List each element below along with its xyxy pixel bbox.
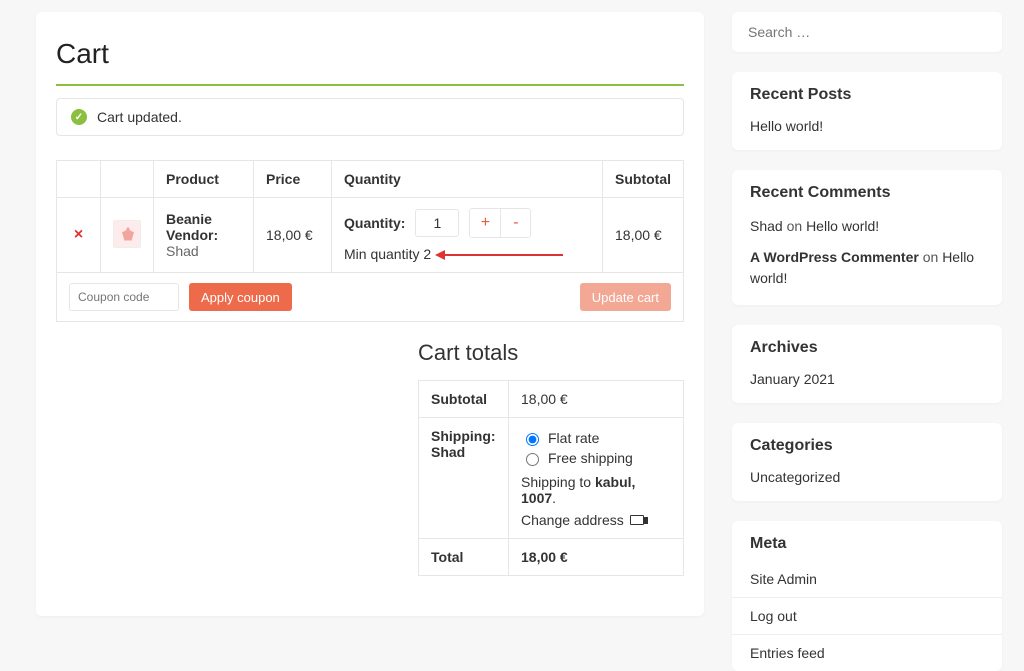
change-address-link[interactable]: Change address: [521, 512, 671, 528]
comment-author-link[interactable]: A WordPress Commenter: [750, 249, 919, 265]
item-price: 18,00 €: [254, 198, 332, 273]
search-widget: [732, 12, 1002, 52]
cart-table: Product Price Quantity Subtotal × Beanie: [56, 160, 684, 322]
meta-link-log-out[interactable]: Log out: [750, 608, 797, 624]
meta-link-entries-feed[interactable]: Entries feed: [750, 645, 825, 661]
archive-link[interactable]: January 2021: [750, 371, 835, 387]
qty-increase-button[interactable]: +: [470, 209, 500, 237]
col-qty-header: Quantity: [332, 161, 603, 198]
recent-comments-widget: Recent Comments Shad on Hello world! A W…: [732, 170, 1002, 305]
shipping-option-flat-rate[interactable]: Flat rate: [521, 428, 671, 448]
min-quantity-msg: Min quantity 2: [344, 246, 431, 262]
product-name[interactable]: Beanie: [166, 211, 241, 227]
annotation-arrow-icon: [443, 254, 563, 256]
comment-post-link[interactable]: Hello world!: [806, 218, 879, 234]
col-remove-header: [57, 161, 101, 198]
update-cart-button[interactable]: Update cart: [580, 283, 671, 311]
item-subtotal: 18,00 €: [603, 198, 684, 273]
cart-totals-section: Cart totals Subtotal 18,00 € Shipping: S…: [418, 340, 684, 576]
categories-widget: Categories Uncategorized: [732, 423, 1002, 501]
comment-author-link[interactable]: Shad: [750, 218, 783, 234]
cart-main: Cart ✓ Cart updated. Product Price Quant…: [36, 12, 704, 616]
alert-text: Cart updated.: [97, 109, 182, 125]
widget-title: Recent Comments: [750, 184, 984, 202]
col-subtotal-header: Subtotal: [603, 161, 684, 198]
widget-title: Categories: [750, 437, 984, 455]
recent-posts-widget: Recent Posts Hello world!: [732, 72, 1002, 150]
col-thumb-header: [101, 161, 154, 198]
product-thumbnail[interactable]: [113, 220, 141, 248]
qty-decrease-button[interactable]: -: [500, 209, 530, 237]
apply-coupon-button[interactable]: Apply coupon: [189, 283, 292, 311]
archives-widget: Archives January 2021: [732, 325, 1002, 403]
total-label: Total: [419, 539, 509, 576]
shipping-destination: Shipping to kabul, 1007.: [521, 474, 671, 506]
meta-link-site-admin[interactable]: Site Admin: [750, 571, 817, 587]
subtotal-label: Subtotal: [419, 381, 509, 418]
flat-rate-radio[interactable]: [526, 433, 539, 446]
total-value: 18,00 €: [521, 549, 568, 565]
title-underline: [56, 84, 684, 86]
widget-title: Meta: [732, 521, 1002, 557]
check-icon: ✓: [71, 109, 87, 125]
category-link[interactable]: Uncategorized: [750, 469, 840, 485]
vendor-label: Vendor:: [166, 227, 218, 243]
meta-widget: Meta Site Admin Log out Entries feed: [732, 521, 1002, 671]
quantity-input[interactable]: [415, 209, 459, 237]
page-title: Cart: [56, 38, 684, 70]
qty-label: Quantity:: [344, 215, 405, 231]
shipping-option-free-shipping[interactable]: Free shipping: [521, 448, 671, 468]
table-row: × Beanie Vendor: Shad 18,00 €: [57, 198, 684, 273]
coupon-input[interactable]: [69, 283, 179, 311]
cart-totals-title: Cart totals: [418, 340, 684, 366]
col-price-header: Price: [254, 161, 332, 198]
recent-post-link[interactable]: Hello world!: [750, 118, 823, 134]
list-item: A WordPress Commenter on Hello world!: [750, 247, 984, 289]
sidebar: Recent Posts Hello world! Recent Comment…: [732, 12, 1002, 671]
list-item: Shad on Hello world!: [750, 216, 984, 237]
col-product-header: Product: [154, 161, 254, 198]
widget-title: Recent Posts: [750, 86, 984, 104]
subtotal-value: 18,00 €: [509, 381, 684, 418]
free-shipping-radio[interactable]: [526, 453, 539, 466]
search-input[interactable]: [732, 12, 1002, 52]
shipping-label: Shipping: Shad: [419, 418, 509, 539]
cart-actions-row: Apply coupon Update cart: [57, 273, 684, 322]
widget-title: Archives: [750, 339, 984, 357]
cart-updated-alert: ✓ Cart updated.: [56, 98, 684, 136]
remove-item-button[interactable]: ×: [74, 226, 83, 243]
vendor-name: Shad: [166, 243, 199, 259]
truck-icon: [630, 515, 644, 525]
